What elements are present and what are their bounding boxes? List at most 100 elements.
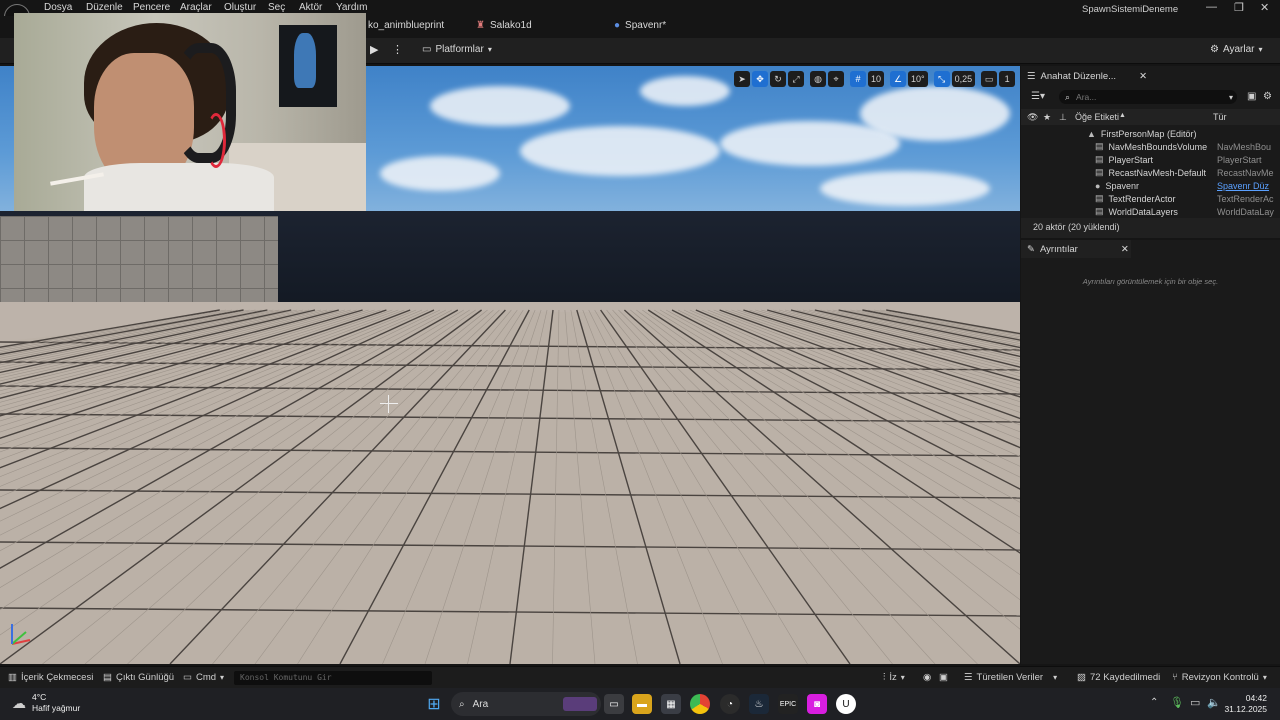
pin-icon[interactable]: ⊥: [1059, 112, 1067, 123]
column-type[interactable]: Tür: [1213, 112, 1227, 122]
unreal-engine-icon[interactable]: U: [836, 694, 856, 714]
derived-data-label: Türetilen Veriler: [976, 672, 1044, 683]
list-item[interactable]: ▤ RecastNavMesh-Default RecastNavMe: [1021, 166, 1280, 179]
close-icon[interactable]: ✕: [1139, 71, 1147, 82]
scale-snap-value[interactable]: 0,25: [951, 71, 976, 87]
close-icon[interactable]: ✕: [1260, 1, 1269, 14]
tab-anim-blueprint[interactable]: ko_animblueprint: [368, 20, 444, 31]
clock[interactable]: 04:42 31.12.2025: [1224, 693, 1267, 715]
actor-icon: ▤: [1095, 206, 1104, 216]
weather-widget[interactable]: ☁ 4°C Hafif yağmur: [12, 692, 80, 714]
chevron-up-icon[interactable]: ⌃: [1150, 697, 1158, 708]
details-empty-text: Ayrıntıları görüntülemek için bir obje s…: [1082, 277, 1219, 286]
store-icon[interactable]: ▦: [661, 694, 681, 714]
tab-outliner[interactable]: ☰ Anahat Düzenle... ✕: [1021, 67, 1280, 85]
tab-details[interactable]: ✎ Ayrıntılar ✕: [1021, 240, 1131, 258]
list-item[interactable]: ▤ WorldDataLayers WorldDataLay: [1021, 205, 1280, 218]
tab-spavenr[interactable]: ● Spavenr*: [614, 20, 666, 31]
revision-control-button[interactable]: ⑂ Revizyon Kontrolü ▾: [1172, 672, 1267, 683]
column-item-label[interactable]: Öğe Etiketi: [1075, 112, 1119, 122]
menu-window[interactable]: Pencere: [133, 2, 170, 13]
menu-create[interactable]: Oluştur: [224, 2, 256, 13]
list-item[interactable]: ▤ NavMeshBoundsVolume NavMeshBou: [1021, 140, 1280, 153]
list-item-type-link[interactable]: Spavenr Düz: [1217, 181, 1269, 191]
unsaved-label: 72 Kaydedilmedi: [1089, 672, 1161, 683]
scale-tool-icon[interactable]: ⤢: [788, 71, 804, 87]
record-icon[interactable]: ◉: [923, 672, 931, 683]
chevron-down-icon: ▾: [220, 673, 225, 682]
headphones-icon: [174, 43, 236, 163]
list-item[interactable]: ▲ FirstPersonMap (Editör): [1021, 127, 1280, 140]
clock-date: 31.12.2025: [1224, 704, 1267, 714]
chevron-down-icon: ▾: [1053, 673, 1058, 682]
select-tool-icon[interactable]: ➤: [734, 71, 750, 87]
weather-temp: 4°C: [32, 692, 47, 702]
list-item[interactable]: ● Spavenr Spavenr Düz: [1021, 179, 1280, 192]
status-bar: ▥ İçerik Çekmecesi ▤ Çıktı Günlüğü ▭ Cmd…: [0, 666, 1280, 688]
minimize-icon[interactable]: —: [1206, 1, 1217, 13]
list-item[interactable]: ▤ PlayerStart PlayerStart: [1021, 153, 1280, 166]
more-options-icon[interactable]: ⋮: [392, 43, 403, 56]
menu-select[interactable]: Seç: [268, 2, 285, 13]
volume-icon[interactable]: 🔈: [1207, 696, 1221, 709]
screenshot-icon[interactable]: ▣: [939, 672, 948, 683]
display-icon[interactable]: ▭: [1190, 696, 1200, 709]
maximize-icon[interactable]: ❐: [1234, 1, 1244, 14]
pencil-icon: ✎: [1027, 243, 1035, 255]
play-icon[interactable]: ▶: [370, 43, 378, 56]
webcam-overlay: [14, 13, 366, 211]
camera-speed-value[interactable]: 1: [999, 71, 1016, 87]
taskbar: ☁ 4°C Hafif yağmur ⊞ ⌕ Ara ▭ ▬ ▦ ◔ ♨ EPI…: [0, 688, 1280, 720]
app-icon[interactable]: ◙: [807, 694, 827, 714]
task-view-icon[interactable]: ▭: [604, 694, 624, 714]
search-input[interactable]: ⌕ Ara... ▾: [1059, 90, 1237, 104]
list-item-label: RecastNavMesh-Default: [1108, 167, 1207, 178]
menu-actor[interactable]: Aktör: [299, 2, 322, 13]
grid-snap-icon[interactable]: #: [850, 71, 866, 87]
eye-icon[interactable]: 👁: [1027, 112, 1038, 123]
grid-snap-value[interactable]: 10: [868, 71, 885, 87]
star-icon[interactable]: ★: [1043, 112, 1051, 123]
add-folder-icon[interactable]: ▣: [1247, 91, 1256, 102]
angle-snap-value[interactable]: 10°: [908, 71, 928, 87]
cmd-dropdown[interactable]: ▭ Cmd ▾: [183, 672, 224, 683]
menu-help[interactable]: Yardım: [336, 2, 368, 13]
angle-snap-icon[interactable]: ∠: [890, 71, 907, 87]
file-explorer-icon[interactable]: ▬: [632, 694, 652, 714]
steam-icon[interactable]: ♨: [749, 694, 769, 714]
settings-button[interactable]: ⚙ Ayarlar ▾: [1210, 44, 1262, 55]
unsaved-button[interactable]: ▨ 72 Kaydedilmedi: [1077, 672, 1160, 683]
content-drawer-button[interactable]: ▥ İçerik Çekmecesi: [8, 672, 93, 683]
axis-gizmo-icon: [8, 622, 34, 648]
gear-icon[interactable]: ⚙: [1263, 91, 1272, 102]
filter-icon[interactable]: ☰▾: [1031, 91, 1045, 102]
list-item[interactable]: ▤ TextRenderActor TextRenderAc: [1021, 192, 1280, 205]
chrome-icon[interactable]: [690, 694, 710, 714]
menu-file[interactable]: Dosya: [44, 2, 72, 13]
output-log-button[interactable]: ▤ Çıktı Günlüğü: [103, 672, 174, 683]
camera-speed-icon[interactable]: ▭: [981, 71, 998, 87]
rotate-tool-icon[interactable]: ↻: [770, 71, 786, 87]
menu-tools[interactable]: Araçlar: [180, 2, 212, 13]
list-item-type: TextRenderAc: [1217, 193, 1274, 204]
move-tool-icon[interactable]: ✥: [752, 71, 768, 87]
scale-snap-icon[interactable]: ⤡: [933, 71, 950, 87]
tab-salako[interactable]: ♜ Salako1d: [476, 20, 532, 31]
platforms-button[interactable]: ▭ Platformlar ▾: [422, 44, 492, 55]
windows-start-icon[interactable]: ⊞: [424, 694, 444, 714]
save-icon: ▨: [1077, 672, 1086, 683]
list-item-label: PlayerStart: [1108, 154, 1154, 165]
surface-snap-icon[interactable]: ⌖: [828, 71, 844, 87]
tab-label: Salako1d: [489, 20, 532, 31]
trace-dropdown[interactable]: ⫶ İz ▾: [883, 672, 905, 683]
close-icon[interactable]: ✕: [1121, 244, 1129, 255]
microphone-icon[interactable]: 🎙: [1170, 696, 1184, 709]
folder-icon: ▥: [8, 672, 17, 683]
console-input[interactable]: Konsol Komutunu Gir: [234, 671, 432, 685]
menu-edit[interactable]: Düzenle: [86, 2, 123, 13]
github-icon[interactable]: ◔: [720, 694, 740, 714]
derived-data-button[interactable]: ☰ Türetilen Veriler ▾: [964, 672, 1057, 683]
epic-games-icon[interactable]: EPIC: [778, 694, 798, 714]
world-space-icon[interactable]: ◍: [810, 71, 826, 87]
taskbar-search[interactable]: ⌕ Ara: [451, 692, 601, 716]
